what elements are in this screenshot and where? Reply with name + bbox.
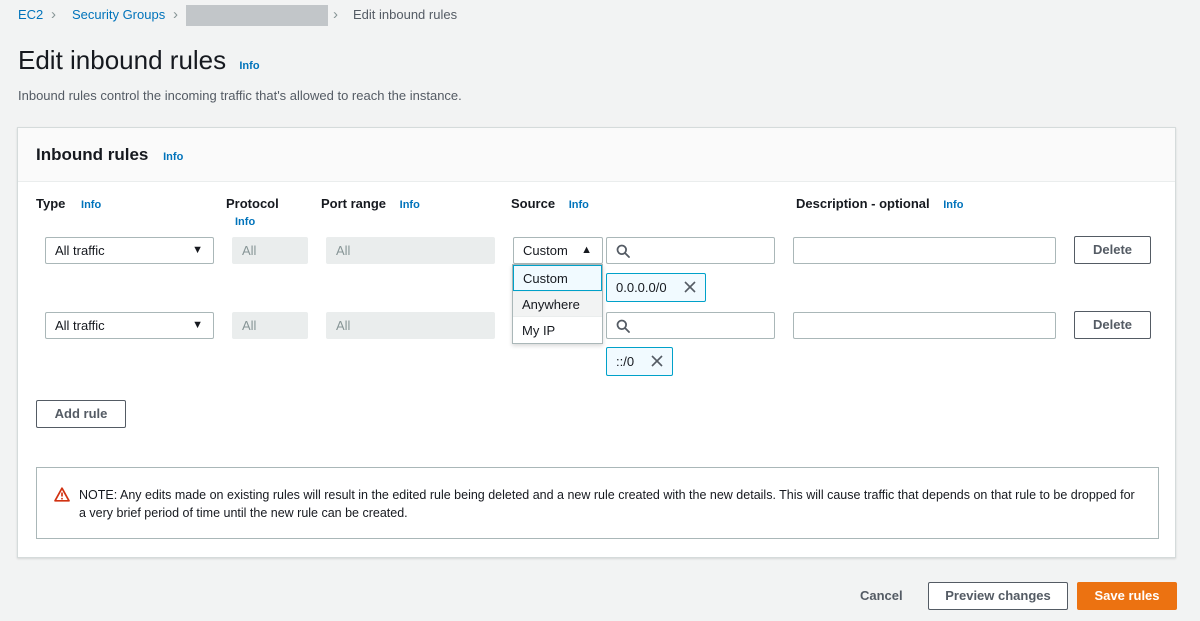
breadcrumb-current: Edit inbound rules xyxy=(353,7,458,22)
breadcrumb-ec2[interactable]: EC2 xyxy=(18,7,43,22)
rule-1-source-value: Custom xyxy=(523,243,568,258)
rule-1-cidr-token-label: 0.0.0.0/0 xyxy=(616,280,667,295)
rule-1-source-select[interactable]: Custom ▲ xyxy=(513,237,603,264)
page-description: Inbound rules control the incoming traff… xyxy=(18,88,462,103)
search-icon xyxy=(616,319,630,333)
source-option-anywhere[interactable]: Anywhere xyxy=(513,291,602,317)
panel-info-link[interactable]: Info xyxy=(163,151,183,163)
warning-notice: NOTE: Any edits made on existing rules w… xyxy=(36,467,1159,539)
save-rules-button[interactable]: Save rules xyxy=(1077,582,1177,610)
redacted-security-group-id[interactable] xyxy=(186,5,328,26)
close-icon[interactable] xyxy=(650,354,664,368)
page-info-link[interactable]: Info xyxy=(239,60,259,72)
preview-changes-button[interactable]: Preview changes xyxy=(928,582,1068,610)
column-description-label: Description - optional xyxy=(796,196,930,211)
rule-2-type-value: All traffic xyxy=(55,318,105,333)
source-option-my-ip[interactable]: My IP xyxy=(513,318,602,344)
caret-up-icon: ▲ xyxy=(581,244,592,256)
type-info-link[interactable]: Info xyxy=(81,199,101,211)
column-port-range: Port range Info xyxy=(321,196,420,211)
chevron-right-icon: › xyxy=(173,6,178,23)
column-source-label: Source xyxy=(511,196,556,211)
description-info-link[interactable]: Info xyxy=(943,199,963,211)
page-title-text: Edit inbound rules xyxy=(18,45,227,75)
rule-2-cidr-token-label: ::/0 xyxy=(616,354,635,369)
rule-2-cidr-token: ::/0 xyxy=(606,347,673,376)
rule-1-cidr-search-input[interactable] xyxy=(606,237,775,264)
warning-notice-text: NOTE: Any edits made on existing rules w… xyxy=(79,488,1135,520)
rule-1-protocol-field: All xyxy=(232,237,308,264)
column-protocol-label: Protocol xyxy=(226,196,279,211)
source-dropdown-menu: Custom Anywhere My IP xyxy=(512,264,603,344)
rule-1-description-input[interactable] xyxy=(793,237,1056,264)
rule-2-cidr-search-input[interactable] xyxy=(606,312,775,339)
source-option-custom[interactable]: Custom xyxy=(513,265,602,291)
chevron-right-icon: › xyxy=(333,6,338,23)
cancel-button[interactable]: Cancel xyxy=(860,588,903,603)
column-type-label: Type xyxy=(36,196,66,211)
page-title: Edit inbound rules Info xyxy=(18,45,260,76)
rule-1-delete-button[interactable]: Delete xyxy=(1074,236,1151,264)
column-port-range-label: Port range xyxy=(321,196,387,211)
chevron-right-icon: › xyxy=(51,6,56,23)
breadcrumb-security-groups[interactable]: Security Groups xyxy=(72,7,165,22)
rule-2-delete-button[interactable]: Delete xyxy=(1074,311,1151,339)
search-icon xyxy=(616,244,630,258)
protocol-info-link[interactable]: Info xyxy=(235,216,255,228)
warning-icon xyxy=(54,487,70,502)
panel-title-text: Inbound rules xyxy=(36,145,149,164)
close-icon[interactable] xyxy=(683,280,697,294)
rule-1-type-select[interactable]: All traffic ▼ xyxy=(45,237,214,264)
caret-down-icon: ▼ xyxy=(192,244,203,256)
rule-1-cidr-token: 0.0.0.0/0 xyxy=(606,273,706,302)
rule-1-port-range-field: All xyxy=(326,237,495,264)
add-rule-button[interactable]: Add rule xyxy=(36,400,126,428)
source-info-link[interactable]: Info xyxy=(569,199,589,211)
column-type: Type Info xyxy=(36,196,101,211)
panel-title: Inbound rules Info xyxy=(36,145,183,165)
port-range-info-link[interactable]: Info xyxy=(400,199,420,211)
caret-down-icon: ▼ xyxy=(192,319,203,331)
rule-2-description-input[interactable] xyxy=(793,312,1056,339)
column-description: Description - optional Info xyxy=(796,196,963,211)
rule-2-protocol-field: All xyxy=(232,312,308,339)
rule-2-type-select[interactable]: All traffic ▼ xyxy=(45,312,214,339)
rule-1-type-value: All traffic xyxy=(55,243,105,258)
panel-header: Inbound rules Info xyxy=(18,128,1175,182)
rule-2-port-range-field: All xyxy=(326,312,495,339)
column-source: Source Info xyxy=(511,196,589,211)
